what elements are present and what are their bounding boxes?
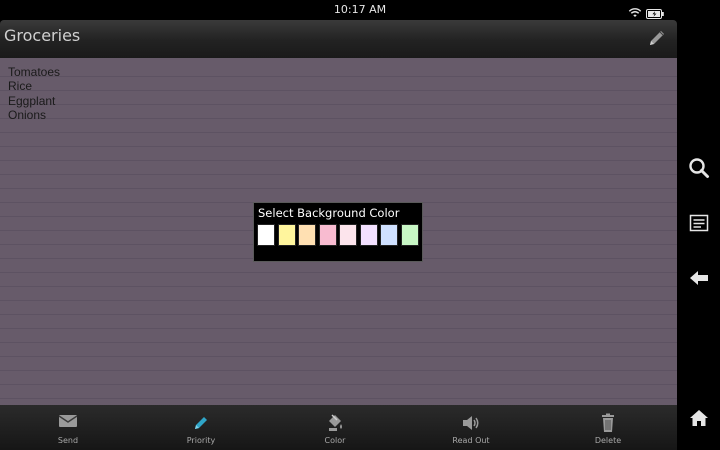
dialog-title: Select Background Color bbox=[258, 206, 400, 220]
title-bar: Groceries bbox=[0, 20, 677, 58]
paint-bucket-icon bbox=[295, 413, 375, 433]
note-line: Onions bbox=[8, 107, 47, 122]
note-title: Groceries bbox=[4, 26, 81, 45]
home-icon bbox=[689, 408, 709, 432]
swatch-yellow[interactable] bbox=[277, 224, 296, 246]
send-label: Send bbox=[57, 436, 79, 445]
note-line: Eggplant bbox=[8, 93, 56, 108]
swatch-light-pink[interactable] bbox=[339, 224, 357, 246]
speaker-icon bbox=[431, 413, 511, 433]
menu-button[interactable] bbox=[687, 213, 711, 237]
send-button[interactable]: Send bbox=[28, 405, 108, 450]
swatch-lavender[interactable] bbox=[359, 224, 378, 246]
pencil-icon bbox=[161, 413, 241, 433]
edit-pencil-icon[interactable] bbox=[647, 28, 667, 52]
envelope-icon bbox=[28, 413, 108, 433]
color-label: Color bbox=[324, 436, 346, 445]
search-button[interactable] bbox=[687, 158, 711, 182]
home-button[interactable] bbox=[687, 408, 711, 432]
clock: 10:17 AM bbox=[333, 3, 387, 16]
swatch-pink[interactable] bbox=[318, 224, 337, 246]
read-out-label: Read Out bbox=[452, 436, 490, 445]
bottom-toolbar: Send Priority Color Read Out Delete bbox=[0, 405, 677, 450]
read-out-button[interactable]: Read Out bbox=[431, 405, 511, 450]
color-button[interactable]: Color bbox=[295, 405, 375, 450]
menu-icon bbox=[689, 213, 709, 237]
back-button[interactable] bbox=[687, 268, 711, 292]
priority-button[interactable]: Priority bbox=[161, 405, 241, 450]
system-nav-bar bbox=[677, 0, 720, 450]
swatch-peach[interactable] bbox=[298, 224, 316, 246]
search-icon bbox=[688, 157, 710, 183]
status-bar: 10:17 AM bbox=[0, 0, 677, 20]
swatch-light-green[interactable] bbox=[400, 224, 419, 246]
trash-icon bbox=[568, 413, 648, 433]
swatch-light-blue[interactable] bbox=[380, 224, 398, 246]
delete-label: Delete bbox=[594, 436, 622, 445]
note-line: Tomatoes bbox=[8, 65, 61, 79]
background-color-dialog: Select Background Color bbox=[253, 202, 423, 262]
note-content: Tomatoes Rice Eggplant Onions bbox=[8, 65, 60, 122]
delete-button[interactable]: Delete bbox=[568, 405, 648, 450]
back-icon bbox=[689, 270, 709, 290]
note-line: Rice bbox=[8, 79, 33, 94]
swatch-white[interactable] bbox=[257, 224, 275, 246]
priority-label: Priority bbox=[186, 436, 216, 445]
